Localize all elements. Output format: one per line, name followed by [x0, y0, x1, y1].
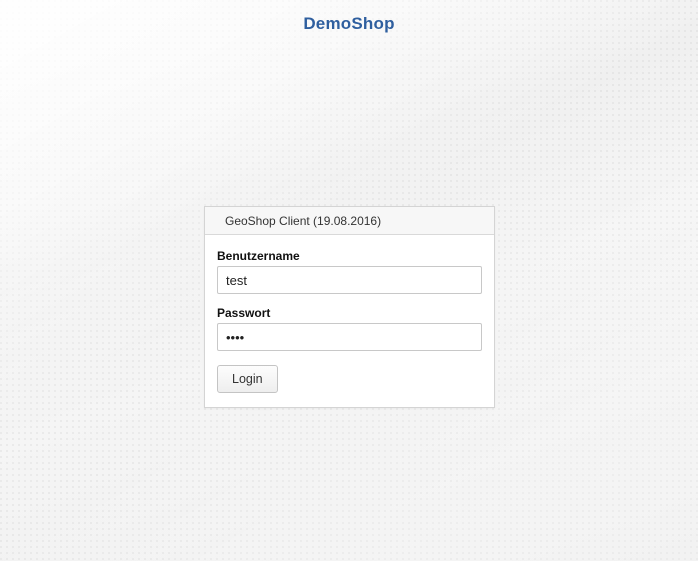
username-input[interactable] — [217, 266, 482, 294]
password-input[interactable] — [217, 323, 482, 351]
username-label: Benutzername — [217, 249, 482, 263]
page-title: DemoShop — [0, 0, 698, 34]
spacer — [217, 294, 482, 302]
password-label: Passwort — [217, 306, 482, 320]
login-button[interactable]: Login — [217, 365, 278, 393]
login-panel-body: Benutzername Passwort Login — [205, 235, 494, 407]
login-panel: GeoShop Client (19.08.2016) Benutzername… — [204, 206, 495, 408]
login-panel-header: GeoShop Client (19.08.2016) — [205, 207, 494, 235]
